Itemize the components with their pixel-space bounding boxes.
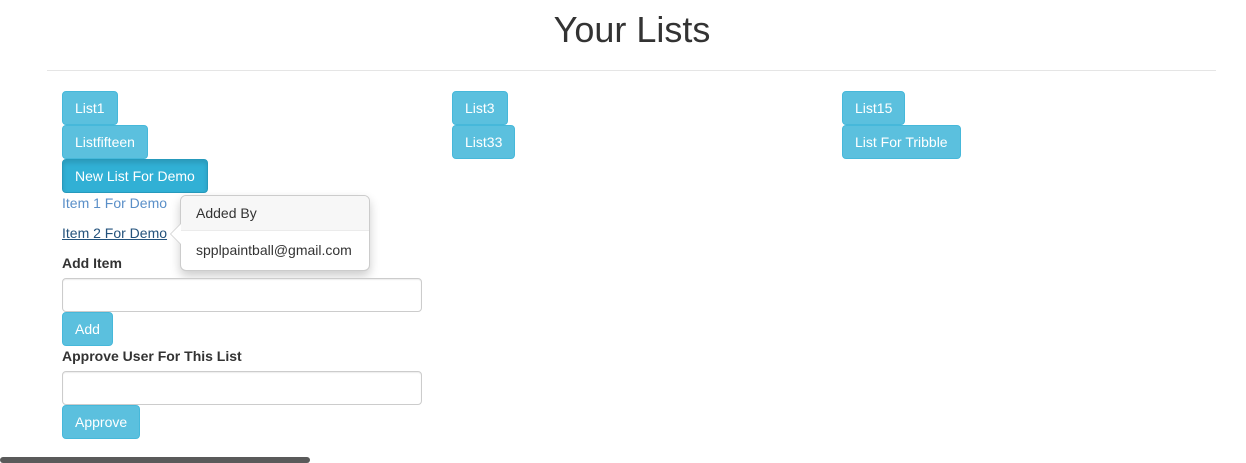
- approve-user-label: Approve User For This List: [62, 348, 242, 364]
- page-title: Your Lists: [553, 9, 711, 50]
- list-button-listfifteen[interactable]: Listfifteen: [62, 125, 148, 159]
- popover-content: spplpaintball@gmail.com: [196, 242, 352, 258]
- add-button[interactable]: Add: [62, 312, 113, 346]
- added-by-popover: Added By spplpaintball@gmail.com: [170, 195, 370, 271]
- list-button-list1[interactable]: List1: [62, 91, 118, 125]
- horizontal-scrollbar[interactable]: [0, 457, 310, 463]
- popover-arrow: [171, 224, 181, 244]
- list-item-link-1[interactable]: Item 1 For Demo: [62, 193, 167, 213]
- title-divider: [47, 70, 1216, 71]
- list-button-list3[interactable]: List3: [452, 91, 508, 125]
- list-item-link-2[interactable]: Item 2 For Demo: [62, 223, 167, 243]
- approve-user-input[interactable]: [62, 371, 422, 405]
- list-button-list-for-tribble[interactable]: List For Tribble: [842, 125, 961, 159]
- approve-button[interactable]: Approve: [62, 405, 141, 439]
- popover-title: Added By: [181, 196, 369, 231]
- list-button-list15[interactable]: List15: [842, 91, 906, 125]
- list-button-new-list-for-demo[interactable]: New List For Demo: [62, 159, 208, 193]
- add-item-label: Add Item: [62, 255, 122, 271]
- list-button-list33[interactable]: List33: [452, 125, 516, 159]
- add-item-input[interactable]: [62, 278, 422, 312]
